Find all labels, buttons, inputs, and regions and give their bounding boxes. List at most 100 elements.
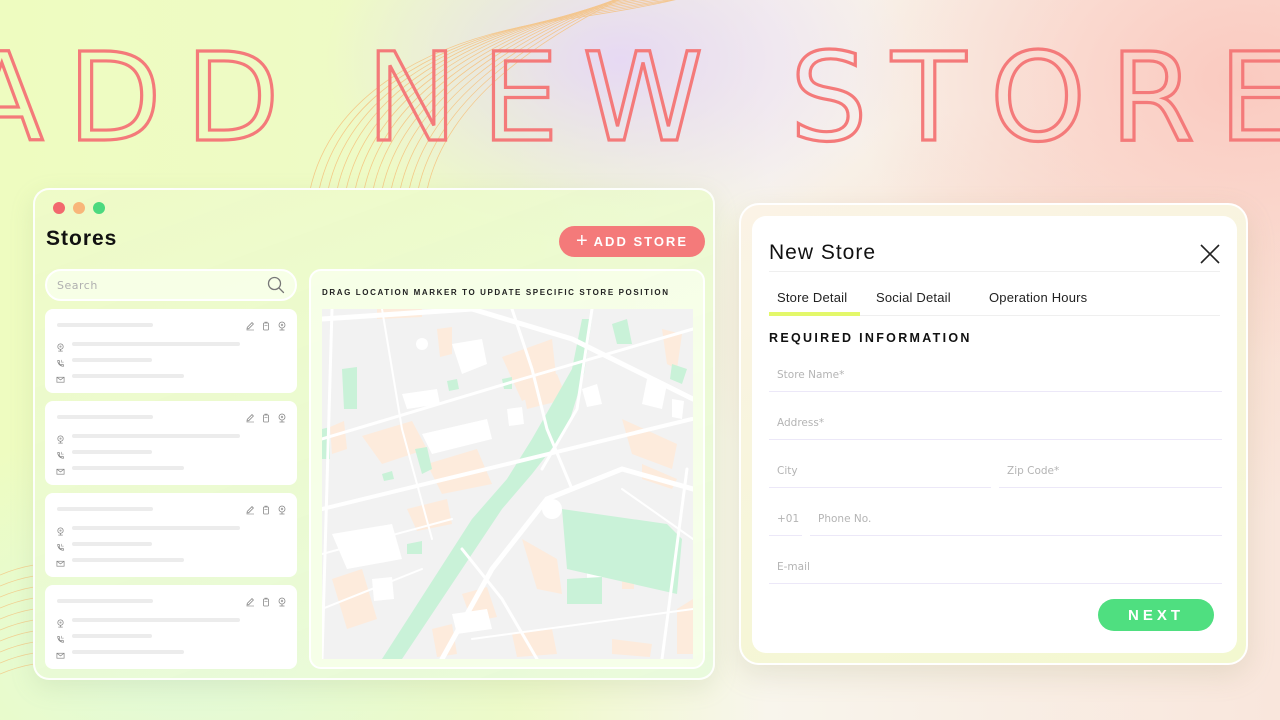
delete-icon[interactable] <box>261 502 271 515</box>
wave-line <box>0 564 35 576</box>
city-input[interactable] <box>769 454 991 487</box>
map-hint-text: DRAG LOCATION MARKER TO UPDATE SPECIFIC … <box>322 288 670 297</box>
store-detail-placeholder <box>72 434 240 438</box>
store-list <box>45 309 297 677</box>
edit-icon[interactable] <box>245 318 255 331</box>
search-box <box>45 269 297 301</box>
store-detail-placeholder <box>72 542 152 546</box>
headline-text: ADD NEW STORE <box>0 27 1280 162</box>
store-card[interactable] <box>45 493 297 577</box>
store-name-placeholder <box>57 507 153 511</box>
store-card[interactable] <box>45 401 297 485</box>
store-detail-placeholder <box>72 466 184 470</box>
delete-icon[interactable] <box>261 410 271 423</box>
close-icon[interactable] <box>1199 243 1221 265</box>
tab-operation-hours[interactable]: Operation Hours <box>981 290 1095 305</box>
mail-icon <box>56 647 65 659</box>
edit-icon[interactable] <box>245 594 255 607</box>
add-store-label: ADD STORE <box>593 234 688 249</box>
location-icon <box>56 339 65 352</box>
phone-icon <box>56 631 65 643</box>
active-tab-indicator <box>769 312 860 316</box>
section-title: REQUIRED INFORMATION <box>769 331 972 345</box>
phone-field <box>810 502 1222 536</box>
store-card-actions <box>245 318 287 331</box>
store-detail-placeholder <box>72 450 152 454</box>
store-name-input[interactable] <box>769 358 1222 391</box>
city-field <box>769 454 991 488</box>
store-name-placeholder <box>57 323 153 327</box>
email-input[interactable] <box>769 550 1222 583</box>
location-icon <box>56 523 65 536</box>
store-detail-placeholder <box>72 650 184 654</box>
delete-icon[interactable] <box>261 594 271 607</box>
new-store-form: New Store Store Detail Social Detail Ope… <box>752 216 1237 653</box>
wave-line <box>0 597 35 609</box>
store-card-actions <box>245 502 287 515</box>
store-detail-placeholder <box>72 558 184 562</box>
wave-line <box>0 630 35 642</box>
wave-line <box>0 608 35 620</box>
plus-icon: + <box>575 229 588 252</box>
wave-line <box>0 619 35 631</box>
tab-store-detail[interactable]: Store Detail <box>769 290 855 305</box>
search-icon[interactable] <box>267 276 285 294</box>
stores-window: Stores + ADD STORE DRAG LOCATION MARKER … <box>33 188 715 680</box>
new-store-dialog: New Store Store Detail Social Detail Ope… <box>739 203 1248 665</box>
store-detail-placeholder <box>72 374 184 378</box>
edit-icon[interactable] <box>245 410 255 423</box>
add-store-button[interactable]: + ADD STORE <box>559 226 705 257</box>
edit-icon[interactable] <box>245 502 255 515</box>
search-input[interactable] <box>57 278 267 292</box>
wave-line <box>0 652 35 664</box>
store-card[interactable] <box>45 585 297 669</box>
store-card-actions <box>245 410 287 423</box>
store-detail-placeholder <box>72 634 152 638</box>
store-card[interactable] <box>45 309 297 393</box>
wave-line <box>0 586 35 598</box>
page-headline: ADD NEW STORE <box>0 22 1280 170</box>
phone-icon <box>56 539 65 551</box>
stores-title: Stores <box>46 227 118 250</box>
zip-code-field <box>999 454 1222 488</box>
map-panel: DRAG LOCATION MARKER TO UPDATE SPECIFIC … <box>309 269 705 669</box>
zip-code-input[interactable] <box>999 454 1222 487</box>
location-icon <box>56 615 65 628</box>
address-input[interactable] <box>769 406 1222 439</box>
wave-line <box>0 575 35 587</box>
wave-line <box>0 641 35 653</box>
phone-icon <box>56 447 65 459</box>
tab-social-detail[interactable]: Social Detail <box>868 290 959 305</box>
email-field <box>769 550 1222 584</box>
modal-title: New Store <box>769 241 877 264</box>
store-detail-placeholder <box>72 618 240 622</box>
store-detail-placeholder <box>72 526 240 530</box>
address-field <box>769 406 1222 440</box>
location-icon[interactable] <box>277 502 287 515</box>
store-name-placeholder <box>57 599 153 603</box>
location-icon[interactable] <box>277 318 287 331</box>
mail-icon <box>56 371 65 383</box>
window-maximize-dot[interactable] <box>93 202 105 214</box>
store-location-map[interactable] <box>322 309 693 659</box>
title-divider <box>769 271 1220 272</box>
next-button[interactable]: NEXT <box>1098 599 1214 631</box>
mail-icon <box>56 463 65 475</box>
phone-icon <box>56 355 65 367</box>
mail-icon <box>56 555 65 567</box>
store-detail-placeholder <box>72 342 240 346</box>
store-detail-placeholder <box>72 358 152 362</box>
window-close-dot[interactable] <box>53 202 65 214</box>
map-graphic <box>322 309 693 659</box>
location-icon[interactable] <box>277 410 287 423</box>
wave-line <box>0 663 35 675</box>
store-name-field <box>769 358 1222 392</box>
store-name-placeholder <box>57 415 153 419</box>
store-card-actions <box>245 594 287 607</box>
phone-input[interactable] <box>810 502 1222 535</box>
country-code-input[interactable] <box>769 502 802 535</box>
delete-icon[interactable] <box>261 318 271 331</box>
window-controls <box>53 202 105 214</box>
window-minimize-dot[interactable] <box>73 202 85 214</box>
location-icon[interactable] <box>277 594 287 607</box>
